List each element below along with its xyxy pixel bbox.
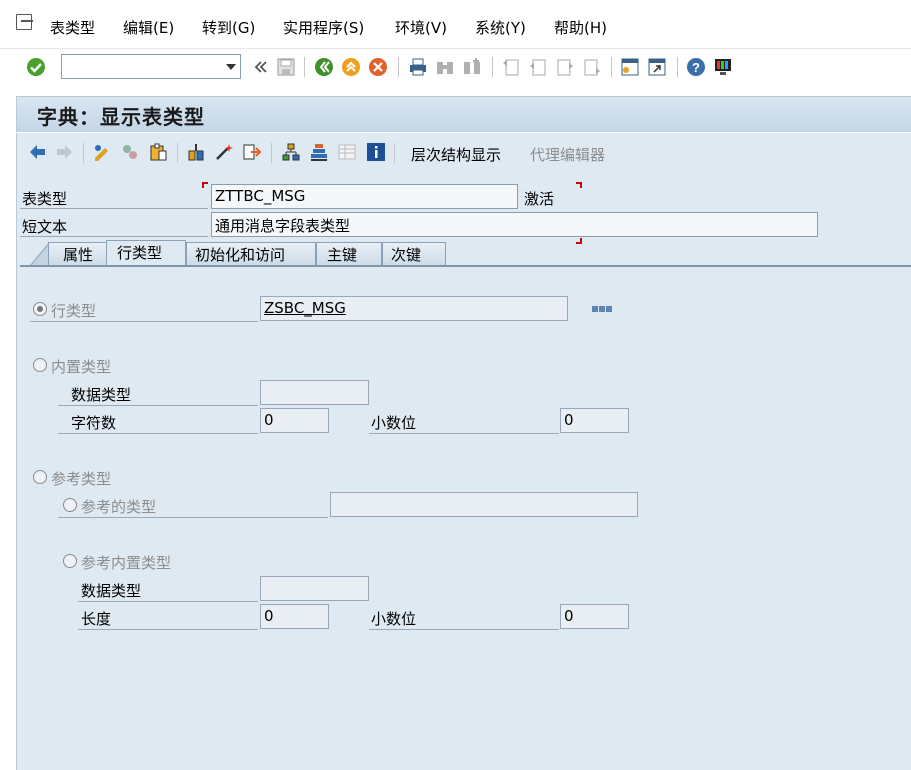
ref-data-type-field[interactable]	[260, 576, 369, 601]
ref-length-label: 长度	[81, 610, 112, 628]
line-type-field[interactable]: ZSBC_MSG	[260, 296, 568, 321]
menu-system[interactable]: 系统(Y)	[475, 17, 526, 38]
hierarchy-icon[interactable]	[281, 142, 301, 162]
back-icon[interactable]	[314, 57, 334, 77]
ref-to-type-label: 参考的类型	[81, 498, 157, 516]
menu-table-type[interactable]: 表类型	[50, 17, 95, 38]
shortcut-icon[interactable]	[647, 57, 667, 77]
tab-line-type[interactable]: 行类型	[106, 240, 186, 266]
next-page-icon[interactable]	[555, 57, 575, 77]
builtin-type-radio[interactable]	[33, 358, 47, 372]
builtin-decimals-field[interactable]: 0	[560, 408, 629, 433]
ref-type-label: 参考类型	[51, 470, 112, 488]
ref-builtin-radio[interactable]	[63, 554, 77, 568]
application-toolbar: 层次结构显示 代理编辑器	[16, 133, 911, 173]
status-text: 激活	[524, 190, 555, 208]
clipboard-icon[interactable]	[148, 142, 168, 162]
ref-type-radio[interactable]	[33, 470, 47, 484]
system-menu-icon[interactable]	[16, 14, 33, 30]
hierarchy-display-button[interactable]: 层次结构显示	[411, 144, 501, 165]
tab-secondary-key[interactable]: 次键	[382, 242, 446, 266]
where-used-icon[interactable]	[186, 142, 206, 162]
info-icon[interactable]	[366, 142, 386, 162]
line-type-radio[interactable]	[33, 302, 47, 316]
tab-secondary-key-label: 次键	[391, 246, 422, 264]
find-icon[interactable]	[435, 57, 455, 77]
ref-data-type-label: 数据类型	[81, 582, 142, 600]
tab-init-access-label: 初始化和访问	[195, 246, 286, 264]
ref-to-type-radio[interactable]	[63, 498, 77, 512]
ref-decimals-value: 0	[564, 607, 574, 625]
builtin-data-type-field[interactable]	[260, 380, 369, 405]
exit-icon[interactable]	[341, 57, 361, 77]
more-details-icon[interactable]	[591, 304, 613, 314]
proxy-editor-button[interactable]: 代理编辑器	[530, 144, 605, 165]
short-text-label: 短文本	[22, 218, 68, 236]
builtin-decimals-value: 0	[564, 411, 574, 429]
enter-icon[interactable]	[26, 57, 46, 77]
page-title: 字典：显示表类型	[37, 105, 205, 129]
ref-builtin-label: 参考内置类型	[81, 554, 172, 572]
save-icon[interactable]	[276, 57, 296, 77]
menu-environment[interactable]: 环境(V)	[395, 17, 447, 38]
first-page-icon[interactable]	[501, 57, 521, 77]
ref-decimals-field[interactable]: 0	[560, 604, 629, 629]
new-session-icon[interactable]	[620, 57, 640, 77]
standard-toolbar: ?	[0, 48, 911, 86]
display-change-icon[interactable]	[92, 142, 112, 162]
ref-length-value: 0	[264, 607, 274, 625]
tab-attributes-label: 属性	[63, 246, 94, 264]
builtin-type-label: 内置类型	[51, 358, 112, 376]
forward-arrow-icon[interactable]	[55, 142, 75, 162]
builtin-chars-field[interactable]: 0	[260, 408, 329, 433]
table-icon[interactable]	[337, 142, 357, 162]
menu-edit[interactable]: 编辑(E)	[123, 17, 174, 38]
table-type-field[interactable]: ZTTBC_MSG	[211, 184, 518, 209]
back-arrow-icon[interactable]	[27, 142, 47, 162]
title-bar: 字典：显示表类型	[16, 96, 911, 132]
tab-line-type-label: 行类型	[117, 244, 163, 262]
table-type-value: ZTTBC_MSG	[215, 187, 306, 205]
builtin-chars-value: 0	[264, 411, 274, 429]
menu-help[interactable]: 帮助(H)	[554, 17, 607, 38]
menu-goto[interactable]: 转到(G)	[202, 17, 255, 38]
chevron-down-icon[interactable]	[226, 64, 236, 70]
help-icon[interactable]: ?	[686, 57, 706, 77]
layout-icon[interactable]	[713, 57, 733, 77]
tab-strip: 属性 行类型 初始化和访问 主键 次键	[16, 240, 911, 266]
find-next-icon[interactable]	[462, 57, 482, 77]
prev-page-icon[interactable]	[528, 57, 548, 77]
menu-bar: 表类型 编辑(E) 转到(G) 实用程序(S) 环境(V) 系统(Y) 帮助(H…	[0, 0, 911, 48]
cancel-icon[interactable]	[368, 57, 388, 77]
short-text-field[interactable]: 通用消息字段表类型	[211, 212, 818, 237]
magic-wand-icon[interactable]	[214, 142, 234, 162]
builtin-data-type-label: 数据类型	[71, 386, 132, 404]
tab-scroll-left	[30, 242, 50, 266]
tab-primary-key-label: 主键	[327, 246, 358, 264]
line-type-value: ZSBC_MSG	[264, 299, 346, 317]
tab-primary-key[interactable]: 主键	[316, 242, 382, 266]
ref-decimals-label: 小数位	[371, 610, 417, 628]
stack-icon[interactable]	[309, 142, 329, 162]
tab-init-access[interactable]: 初始化和访问	[186, 242, 316, 266]
ref-to-type-field[interactable]	[330, 492, 638, 517]
navigate-icon[interactable]	[242, 142, 262, 162]
table-type-label: 表类型	[22, 190, 68, 208]
command-field[interactable]	[61, 54, 241, 79]
builtin-chars-label: 字符数	[71, 414, 117, 432]
ref-length-field[interactable]: 0	[260, 604, 329, 629]
print-icon[interactable]	[408, 57, 428, 77]
activate-icon[interactable]	[120, 142, 140, 162]
line-type-label: 行类型	[51, 302, 97, 320]
short-text-value: 通用消息字段表类型	[215, 217, 351, 235]
tab-attributes[interactable]: 属性	[48, 242, 112, 266]
menu-utilities[interactable]: 实用程序(S)	[283, 17, 364, 38]
collapse-left-icon[interactable]	[250, 57, 270, 77]
last-page-icon[interactable]	[582, 57, 602, 77]
builtin-decimals-label: 小数位	[371, 414, 417, 432]
svg-text:?: ?	[692, 60, 700, 75]
